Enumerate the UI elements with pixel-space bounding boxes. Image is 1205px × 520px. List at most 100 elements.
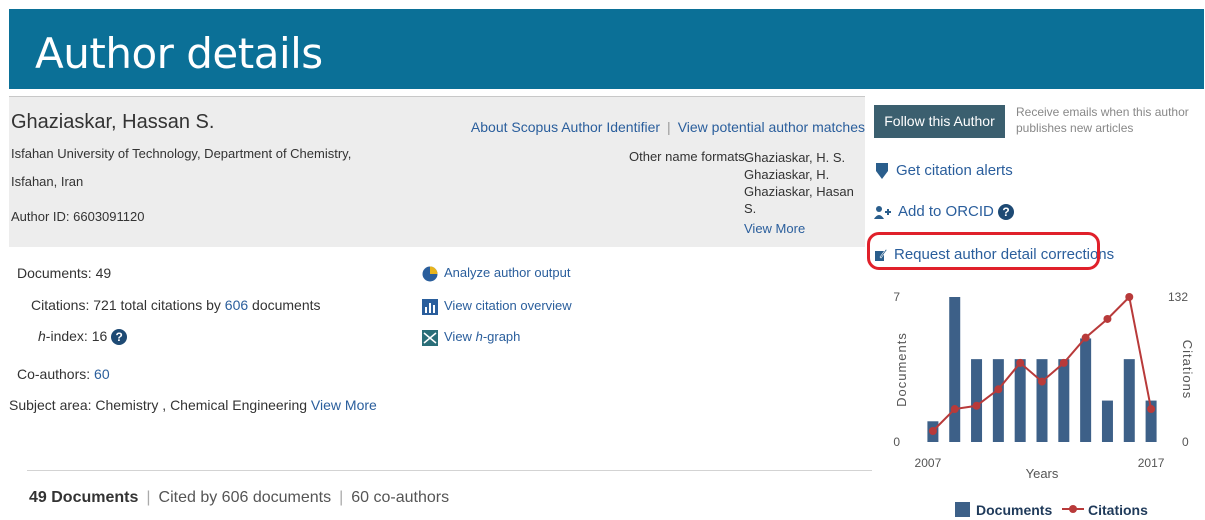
subject-area-view-more-link[interactable]: View More	[311, 397, 377, 413]
documents-bar	[992, 359, 1004, 442]
coauthors-stat: Co-authors: 60	[17, 366, 110, 382]
citations-point	[1016, 358, 1025, 367]
follow-author-button[interactable]: Follow this Author	[874, 105, 1005, 138]
author-affiliation-line1: Isfahan University of Technology, Depart…	[11, 146, 352, 161]
h-index-stat: h-index: 16 ?	[38, 328, 128, 346]
highlight-annotation	[867, 232, 1100, 270]
legend-documents-swatch	[955, 502, 970, 517]
documents-bar	[949, 297, 961, 442]
results-tabs: 49 Documents | Cited by 606 documents | 60 c…	[29, 489, 449, 507]
cited-by-tab[interactable]: Cited by 606 documents	[159, 489, 332, 506]
top-links: About Scopus Author Identifier | View pote…	[471, 119, 865, 135]
other-name-formats-label: Other name formats:	[629, 149, 749, 164]
citations-point	[950, 405, 959, 414]
documents-bar	[1036, 359, 1048, 442]
legend-citations-marker	[1062, 505, 1084, 513]
page-title: Author details	[35, 29, 323, 78]
bell-icon	[876, 163, 888, 180]
view-h-graph[interactable]: View h-graph	[422, 329, 520, 346]
subject-area-stat: Subject area: Chemistry , Chemical Engin…	[9, 397, 377, 413]
h-graph-suffix: -graph	[482, 329, 521, 344]
analyze-author-output-link[interactable]: Analyze author output	[444, 265, 570, 280]
documents-citations-chart: 7 0 132 0 2007 2017 Years Documents Citations	[893, 290, 1195, 481]
citation-overview-link[interactable]: View citation overview	[444, 298, 572, 313]
citations-point	[1125, 293, 1134, 301]
help-icon[interactable]: ?	[111, 329, 128, 346]
citations-point	[928, 427, 937, 436]
documents-bar	[971, 359, 983, 442]
documents-stat: Documents: 49	[17, 265, 111, 281]
bar-chart-icon	[422, 298, 438, 315]
y-axis-title-left: Documents	[894, 332, 909, 407]
documents-bar	[1080, 338, 1092, 442]
add-orcid-link[interactable]: Add to ORCID	[898, 203, 994, 220]
x-axis-tick-label: 2007	[915, 456, 942, 470]
citations-suffix: documents	[252, 297, 321, 313]
y-axis-title-right: Citations	[1180, 340, 1195, 400]
coauthors-tab[interactable]: 60 co-authors	[351, 489, 449, 506]
other-names-view-more-link[interactable]: View More	[744, 220, 865, 237]
pie-chart-icon	[422, 266, 438, 282]
h-index-label: -index:	[45, 328, 88, 344]
follow-author-note: Receive emails when this author publishe…	[1016, 105, 1189, 135]
documents-tab[interactable]: 49 Documents	[29, 489, 138, 506]
help-icon[interactable]: ?	[998, 204, 1015, 221]
citation-alerts-link[interactable]: Get citation alerts	[896, 162, 1013, 179]
documents-label: Documents:	[17, 265, 92, 281]
citations-total: 721 total citations by	[93, 297, 221, 313]
view-citation-overview[interactable]: View citation overview	[422, 298, 572, 315]
add-to-orcid[interactable]: Add to ORCID ?	[874, 203, 1015, 221]
h-graph-link[interactable]: View h-graph	[444, 329, 520, 344]
coauthors-label: Co-authors:	[17, 366, 91, 382]
legend-documents: Documents	[955, 502, 1052, 518]
author-info-panel: Ghaziaskar, Hassan S. Isfahan University…	[9, 96, 865, 247]
left-axis-tick-label: 7	[893, 290, 900, 304]
h-index-h: h	[38, 328, 46, 344]
page-header: Author details	[9, 9, 1204, 89]
other-name-item: Ghaziaskar, H.	[744, 167, 830, 182]
x-axis-tick-label: 2017	[1138, 456, 1165, 470]
tab-separator: |	[146, 489, 151, 506]
tab-separator: |	[339, 489, 344, 506]
left-axis-tick-label: 0	[893, 435, 900, 449]
legend-citations: Citations	[1062, 502, 1148, 518]
coauthors-link[interactable]: 60	[94, 366, 110, 382]
documents-bar	[1101, 400, 1113, 442]
citations-point	[972, 401, 981, 410]
citations-point	[1147, 405, 1156, 414]
subject-area-label: Subject area:	[9, 397, 92, 413]
other-name-item: Ghaziaskar, H. S.	[744, 150, 846, 165]
x-axis-title: Years	[1026, 466, 1059, 481]
citations-point	[994, 385, 1003, 394]
h-graph-h: h	[475, 329, 483, 344]
about-author-identifier-link[interactable]: About Scopus Author Identifier	[471, 119, 660, 135]
author-id: Author ID: 6603091120	[11, 209, 145, 224]
person-add-icon	[874, 206, 891, 220]
divider	[27, 470, 872, 471]
link-separator: |	[667, 119, 671, 135]
documents-bar	[1123, 359, 1135, 442]
citations-point	[1081, 333, 1090, 342]
citations-label: Citations:	[31, 297, 90, 313]
potential-author-matches-link[interactable]: View potential author matches	[678, 119, 865, 135]
legend-citations-label: Citations	[1088, 502, 1148, 518]
citations-point	[1059, 358, 1068, 367]
citations-stat: Citations: 721 total citations by 606 do…	[31, 297, 321, 313]
graph-icon	[422, 329, 438, 346]
legend-documents-label: Documents	[976, 502, 1053, 518]
other-name-formats-list: Ghaziaskar, H. S. Ghaziaskar, H. Ghazias…	[744, 149, 865, 237]
documents-bar	[1014, 359, 1026, 442]
citations-point	[1103, 314, 1112, 323]
citations-point	[1038, 377, 1046, 386]
get-citation-alerts[interactable]: Get citation alerts	[874, 162, 1013, 180]
citing-documents-link[interactable]: 606	[225, 297, 248, 313]
author-name: Ghaziaskar, Hassan S.	[11, 111, 215, 133]
analyze-author-output[interactable]: Analyze author output	[422, 265, 570, 282]
subject-area-value: Chemistry , Chemical Engineering	[95, 397, 308, 413]
documents-count: 49	[95, 265, 112, 281]
documents-bar	[1058, 359, 1070, 442]
author-affiliation-line2: Isfahan, Iran	[11, 174, 84, 189]
other-name-item: Ghaziaskar, Hasan S.	[744, 184, 854, 216]
right-axis-tick-label: 132	[1168, 290, 1188, 304]
h-graph-prefix: View	[444, 329, 472, 344]
